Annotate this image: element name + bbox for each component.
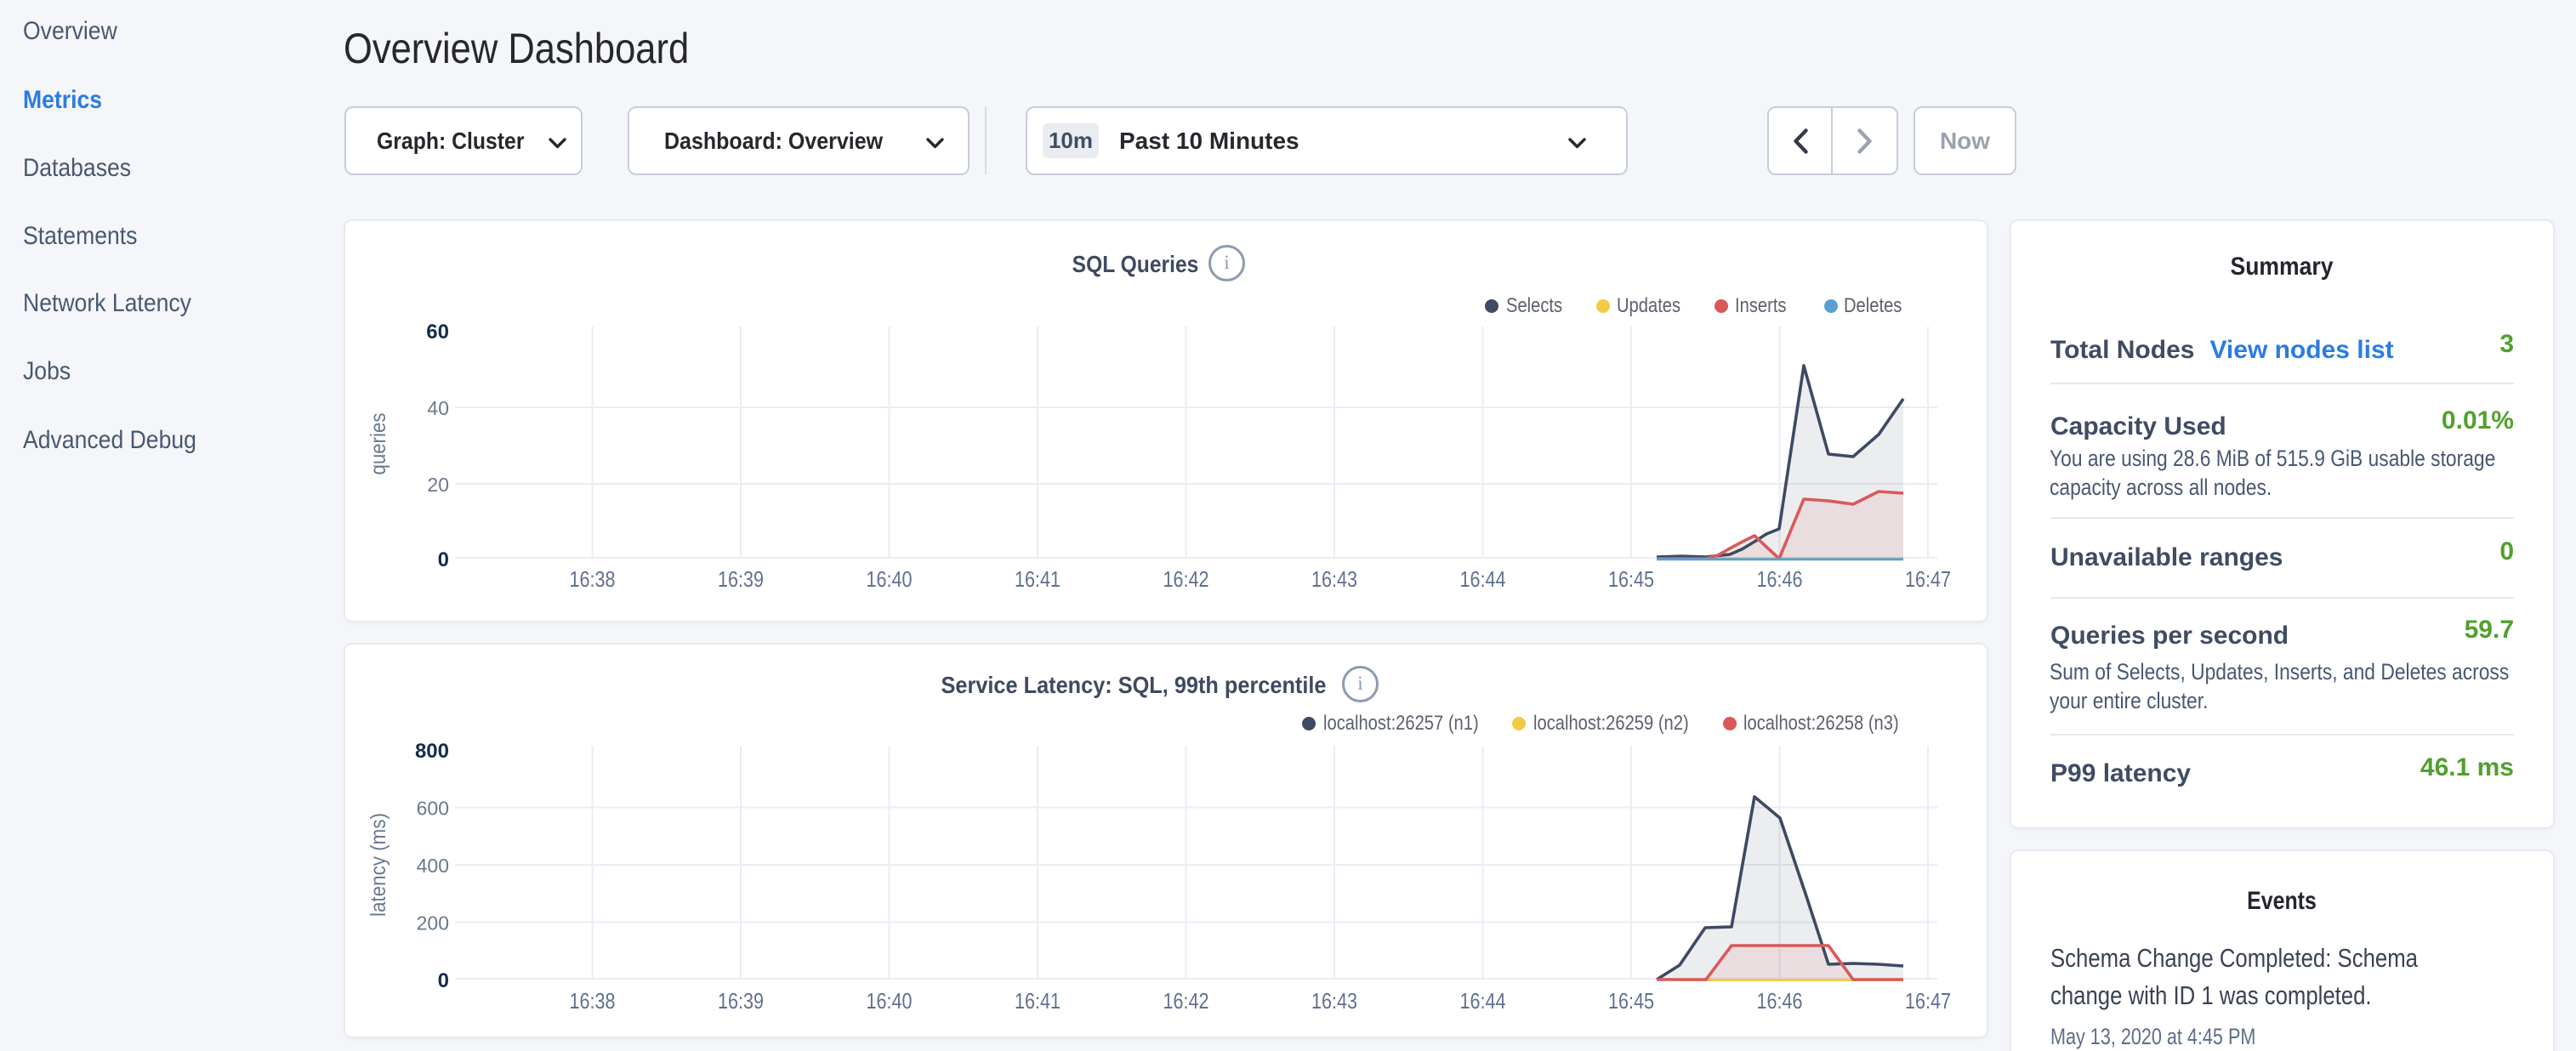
svg-text:16:46: 16:46: [1757, 988, 1803, 1014]
svg-text:16:45: 16:45: [1608, 988, 1654, 1014]
svg-text:16:38: 16:38: [570, 566, 616, 592]
svg-text:16:46: 16:46: [1757, 566, 1803, 592]
svg-text:16:47: 16:47: [1905, 566, 1951, 592]
svg-text:16:43: 16:43: [1311, 566, 1357, 592]
svg-text:16:47: 16:47: [1905, 988, 1951, 1014]
svg-text:16:42: 16:42: [1163, 566, 1209, 592]
svg-text:16:43: 16:43: [1311, 988, 1357, 1014]
svg-text:latency (ms): latency (ms): [367, 813, 390, 917]
svg-text:0: 0: [438, 969, 449, 992]
svg-text:16:44: 16:44: [1460, 988, 1506, 1014]
svg-text:16:40: 16:40: [867, 988, 913, 1014]
svg-text:40: 40: [427, 397, 449, 419]
svg-text:16:41: 16:41: [1015, 988, 1061, 1014]
svg-text:16:39: 16:39: [718, 566, 764, 592]
svg-text:0: 0: [438, 548, 449, 571]
svg-text:16:41: 16:41: [1015, 566, 1061, 592]
svg-text:600: 600: [417, 798, 449, 820]
svg-text:16:45: 16:45: [1608, 566, 1654, 592]
svg-text:16:44: 16:44: [1460, 566, 1506, 592]
svg-text:16:39: 16:39: [718, 988, 764, 1014]
svg-text:16:42: 16:42: [1163, 988, 1209, 1014]
svg-text:200: 200: [417, 912, 449, 935]
svg-text:60: 60: [426, 321, 449, 344]
svg-text:16:38: 16:38: [570, 988, 616, 1014]
svg-text:400: 400: [417, 855, 449, 877]
svg-text:queries: queries: [367, 413, 390, 475]
svg-text:20: 20: [427, 474, 449, 496]
svg-text:800: 800: [415, 740, 449, 763]
svg-text:16:40: 16:40: [867, 566, 913, 592]
